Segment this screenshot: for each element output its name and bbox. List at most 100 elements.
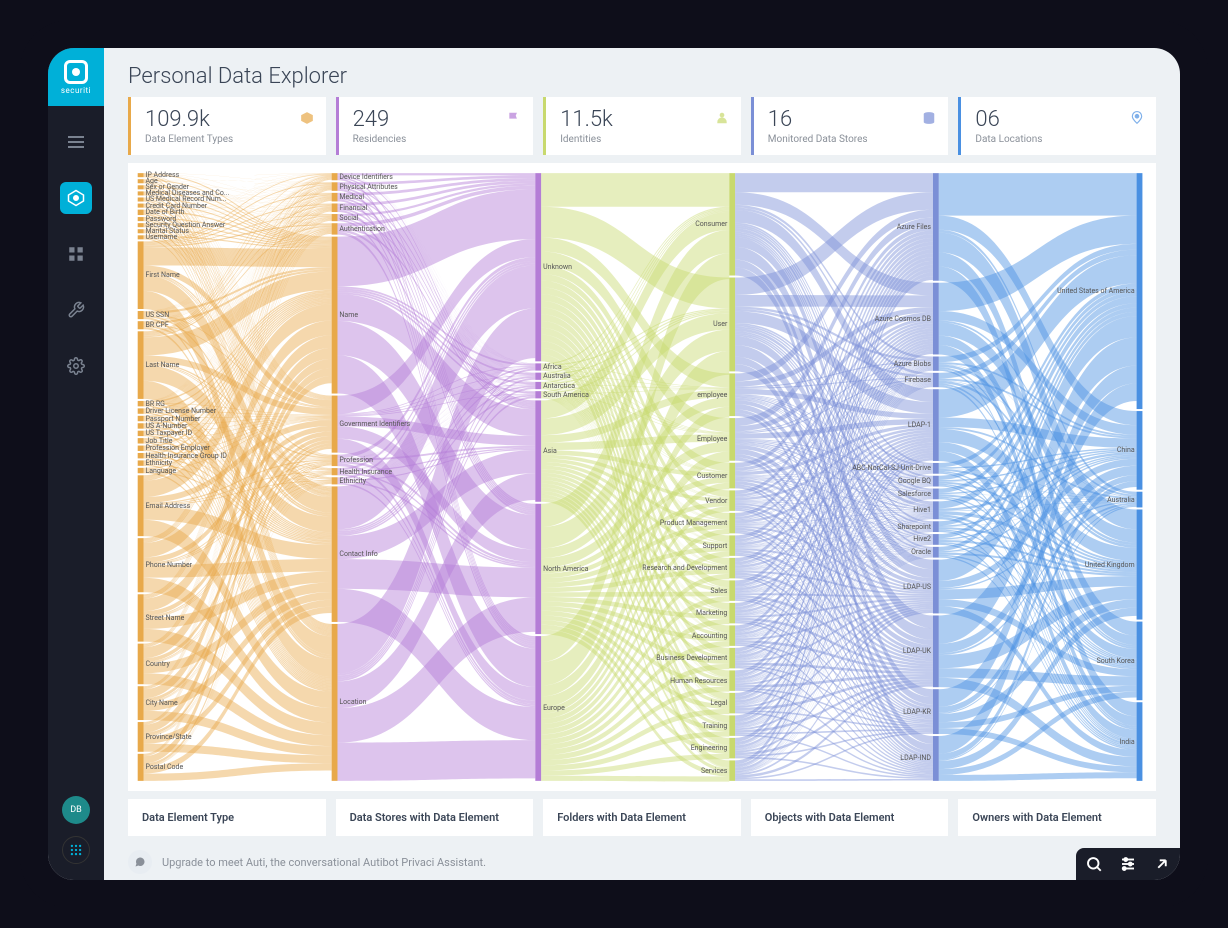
sankey-node-label: Australia: [543, 372, 571, 380]
sankey-node-label: Services: [701, 767, 727, 775]
stat-label: Data Locations: [975, 134, 1142, 145]
footer-bar: Upgrade to meet Auti, the conversational…: [104, 844, 1180, 880]
stat-label: Data Element Types: [145, 134, 312, 145]
sankey-node-label: Firebase: [904, 376, 931, 384]
column-label: Objects with Data Element: [751, 799, 949, 836]
sankey-node-label: China: [1117, 446, 1135, 454]
sankey-node-label: Physical Attributes: [339, 183, 397, 191]
sankey-node-label: Human Resources: [670, 677, 727, 685]
sankey-node-label: Province/State: [145, 733, 191, 741]
sankey-node-label: Medical: [339, 193, 364, 201]
sankey-node-label: Ethnicity: [339, 477, 366, 485]
sankey-node-label: Last Name: [145, 361, 179, 369]
sankey-node-label: Unknown: [543, 263, 572, 271]
sankey-node-label: South America: [543, 391, 589, 399]
sankey-node-label: Financial: [339, 204, 367, 212]
chat-icon[interactable]: [128, 850, 152, 874]
sankey-node-label: First Name: [145, 271, 179, 279]
column-label: Folders with Data Element: [543, 799, 741, 836]
sankey-node-label: Azure Cosmos DB: [875, 315, 931, 323]
sankey-node-label: Europe: [543, 704, 565, 712]
stat-card-locations[interactable]: 06 Data Locations: [958, 97, 1156, 155]
nav-tools-icon[interactable]: [60, 294, 92, 326]
user-avatar[interactable]: DB: [62, 796, 90, 824]
database-icon: [922, 111, 936, 125]
sankey-node-label: Device Identifiers: [339, 173, 392, 181]
sankey-node-label: Authentication: [339, 225, 384, 233]
sankey-node-label: Asia: [543, 447, 557, 455]
stat-value: 109.9k: [145, 107, 312, 132]
sankey-node-label: United States of America: [1057, 287, 1135, 295]
sankey-node-label: employee: [697, 391, 727, 399]
sankey-node-label: City Name: [145, 699, 177, 707]
sankey-node-label: Contact Info: [339, 550, 377, 558]
sankey-node-label: Antarctica: [543, 382, 575, 390]
sankey-node-label: BR CPF: [145, 321, 168, 329]
footer-message: Upgrade to meet Auti, the conversational…: [162, 856, 486, 869]
sankey-node-label: LDAP-1: [908, 421, 931, 429]
sankey-node-label: Hive1: [913, 506, 931, 514]
sankey-node-label: Postal Code: [145, 763, 183, 771]
sankey-node-label: Legal: [710, 699, 727, 707]
apps-menu-icon[interactable]: [62, 836, 90, 864]
stat-card-element-types[interactable]: 109.9k Data Element Types: [128, 97, 326, 155]
sankey-node-label: Azure Files: [897, 223, 931, 231]
sankey-node-label: Health Insurance: [339, 468, 392, 476]
brand-logo[interactable]: securiti: [48, 48, 104, 106]
sankey-node-label: Username: [145, 233, 177, 241]
sankey-node-label: Business Development: [656, 654, 727, 662]
stat-label: Identities: [560, 134, 727, 145]
sankey-node-label: Accounting: [692, 632, 727, 640]
stat-label: Monitored Data Stores: [768, 134, 935, 145]
nav-dashboard-icon[interactable]: [60, 182, 92, 214]
menu-icon[interactable]: [60, 126, 92, 158]
sankey-node-label: Customer: [697, 472, 727, 480]
nav-grid-icon[interactable]: [60, 238, 92, 270]
sankey-node-label: LDAP-IND: [900, 754, 931, 762]
stat-value: 06: [975, 107, 1142, 132]
sankey-node-label: Phone Number: [145, 561, 192, 569]
header: Personal Data Explorer: [104, 48, 1180, 97]
expand-icon[interactable]: [1152, 854, 1172, 874]
sankey-node-label: Engineering: [691, 744, 728, 752]
cube-icon: [300, 111, 314, 125]
sankey-node-label: Profession: [339, 456, 373, 464]
sankey-node-label: Australia: [1107, 496, 1135, 504]
sankey-node-label: Consumer: [695, 220, 727, 228]
sankey-node-label: Country: [145, 660, 169, 668]
sankey-node-label: LDAP-US: [903, 583, 931, 591]
sankey-node-label: Research and Development: [642, 564, 727, 572]
page-toolbar: [1076, 848, 1180, 880]
sankey-node-label: Email Address: [145, 502, 190, 510]
sankey-node-label: LDAP-UK: [903, 647, 931, 655]
stat-cards-row: 109.9k Data Element Types 249 Residencie…: [104, 97, 1180, 163]
sankey-node-label: Marketing: [696, 609, 727, 617]
sankey-node-label: Support: [703, 542, 728, 550]
pin-icon: [1130, 111, 1144, 125]
page-title: Personal Data Explorer: [128, 64, 1156, 89]
sankey-chart[interactable]: IP AddressAgeSex or GenderMedical Diseas…: [128, 163, 1156, 791]
sankey-node-label: US SSN: [145, 311, 169, 319]
sankey-node-label: Oracle: [911, 548, 931, 556]
sankey-node-label: Social: [339, 214, 358, 222]
stat-card-residencies[interactable]: 249 Residencies: [336, 97, 534, 155]
sankey-node-label: Google BQ: [898, 477, 931, 485]
stat-card-identities[interactable]: 11.5k Identities: [543, 97, 741, 155]
stat-label: Residencies: [353, 134, 520, 145]
person-icon: [715, 111, 729, 125]
stat-card-data-stores[interactable]: 16 Monitored Data Stores: [751, 97, 949, 155]
sankey-node-label: Street Name: [145, 614, 184, 622]
nav-settings-icon[interactable]: [60, 350, 92, 382]
sliders-icon[interactable]: [1118, 854, 1138, 874]
sankey-node-label: Sharepoint: [897, 523, 931, 531]
sankey-node-label: Salesforce: [898, 490, 931, 498]
search-icon[interactable]: [1084, 854, 1104, 874]
sankey-node-label: Government Identifiers: [339, 420, 410, 428]
sankey-node-label: South Korea: [1097, 657, 1135, 665]
sankey-node-label: Vendor: [705, 497, 727, 505]
brand-name: securiti: [61, 86, 91, 95]
sankey-node-label: North America: [543, 565, 588, 573]
sankey-node-label: ABC-NorCal-SJ-Unit-Drive: [852, 464, 931, 472]
sankey-node-label: Training: [702, 722, 727, 730]
sankey-node-label: India: [1119, 738, 1134, 746]
